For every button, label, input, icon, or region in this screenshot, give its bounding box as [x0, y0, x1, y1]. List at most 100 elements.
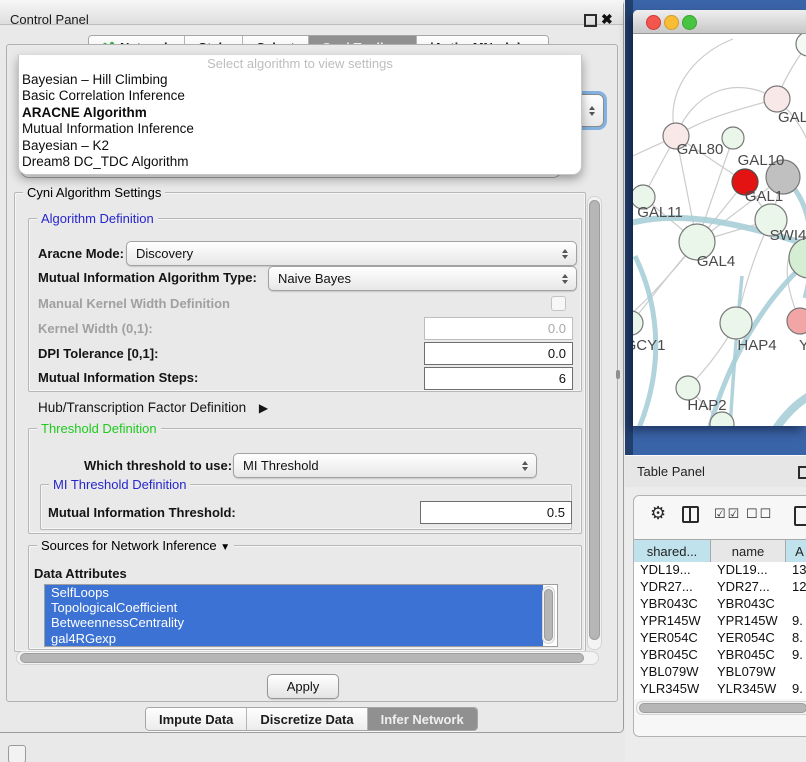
node-label: SWI4 [770, 227, 806, 244]
table-row[interactable]: YBR045CYBR045C9. [634, 647, 806, 664]
network-edge[interactable] [673, 39, 733, 136]
algorithm-definition-title: Algorithm Definition [37, 211, 158, 226]
zoom-traffic-light[interactable] [682, 15, 697, 30]
export-table-icon[interactable] [794, 506, 806, 526]
network-edge-highlighted[interactable] [775, 389, 806, 426]
table-row[interactable]: YDL19...YDL19...13 [634, 562, 806, 579]
network-node-swi4[interactable] [789, 238, 806, 278]
network-node-hap4[interactable] [720, 307, 752, 339]
panel-splitter-handle[interactable] [616, 370, 620, 379]
hub-definition-toggle[interactable]: Hub/Transcription Factor Definition ▶ [38, 400, 268, 415]
table-row[interactable]: YLR345WYLR345W9. [634, 681, 806, 698]
settings-gear-icon[interactable]: ⚙ [650, 503, 666, 524]
data-attributes-list[interactable]: SelfLoopsTopologicalCoefficientBetweenne… [44, 584, 558, 647]
table-cell: YBR045C [634, 647, 711, 664]
dropdown-item[interactable]: Mutual Information Inference [19, 121, 581, 137]
aracne-mode-combo[interactable]: Discovery [126, 241, 577, 266]
table-cell: YBL079W [634, 664, 711, 681]
mi-type-combo[interactable]: Naive Bayes [268, 266, 577, 291]
network-canvas[interactable]: GALGAL80GAL10GAL1GAL11GAL4SWI4GCY1HAP4YH… [633, 34, 806, 426]
dropdown-item[interactable]: Bayesian – K2 [19, 138, 581, 154]
dropdown-item[interactable]: Bayesian – Hill Climbing [19, 72, 581, 88]
table-cell: YLR345W [634, 681, 711, 698]
settings-hscrollbar[interactable] [16, 651, 599, 665]
network-view-window[interactable]: GALGAL80GAL10GAL1GAL11GAL4SWI4GCY1HAP4YH… [633, 10, 806, 426]
cyni-bottom-tabbar: Impute Data Discretize Data Infer Network [145, 707, 478, 731]
tab-label: Discretize Data [260, 712, 353, 727]
which-threshold-value: MI Threshold [243, 458, 319, 473]
control-panel-title: Control Panel [10, 12, 89, 27]
table-row[interactable]: YIL052CYIL052C9 [634, 698, 806, 699]
list-vscrollbar[interactable] [542, 586, 555, 644]
close-icon[interactable]: ✖ [601, 12, 613, 26]
deselect-all-checks-icon[interactable]: ☐☐ [746, 506, 773, 522]
network-node-y[interactable] [787, 308, 806, 334]
table-row[interactable]: YBR043CYBR043C [634, 596, 806, 613]
dock-mini-icon[interactable] [8, 745, 26, 762]
list-vscrollbar-thumb[interactable] [544, 589, 553, 641]
table-rows: YDL19...YDL19...13YDR27...YDR27...12YBR0… [634, 562, 806, 699]
table-cell: YER054C [634, 630, 711, 647]
table-panel-float-icon[interactable] [798, 466, 806, 479]
dropdown-item[interactable]: ARACNE Algorithm [19, 105, 581, 121]
node-label: Y [799, 337, 806, 354]
tab-infer-network[interactable]: Infer Network [367, 708, 477, 730]
dropdown-hint: Select algorithm to view settings [19, 55, 581, 72]
table-row[interactable]: YDR27...YDR27...12 [634, 579, 806, 596]
dropdown-items: Bayesian – Hill ClimbingBasic Correlatio… [19, 72, 581, 170]
list-item[interactable]: SelfLoops [45, 585, 543, 600]
table-cell: YDR27... [634, 579, 711, 596]
select-all-checks-icon[interactable]: ☑☑ [714, 506, 741, 522]
apply-button[interactable]: Apply [267, 674, 339, 699]
tab-impute-data[interactable]: Impute Data [146, 708, 246, 730]
table-hscrollbar[interactable] [636, 701, 806, 715]
dropdown-item[interactable]: Dream8 DC_TDC Algorithm [19, 154, 581, 170]
table-cell: 12 [786, 579, 806, 596]
mi-steps-field[interactable]: 6 [424, 367, 573, 390]
node-label: GCY1 [633, 337, 665, 354]
which-threshold-combo[interactable]: MI Threshold [233, 453, 537, 478]
column-header-2[interactable]: A [786, 540, 806, 562]
aracne-mode-value: Discovery [136, 246, 193, 261]
kernel-width-field[interactable]: 0.0 [424, 317, 573, 340]
table-cell: YIL052C [711, 698, 786, 699]
table-row[interactable]: YBL079WYBL079W [634, 664, 806, 681]
mi-threshold-label: Mutual Information Threshold: [48, 505, 236, 520]
settings-hscrollbar-thumb[interactable] [20, 653, 584, 663]
close-traffic-light[interactable] [646, 15, 661, 30]
dpi-tolerance-label: DPI Tolerance [0,1]: [38, 346, 158, 361]
node-label: GAL4 [697, 253, 735, 270]
settings-vscrollbar-thumb[interactable] [589, 200, 600, 640]
table-cell: 9. [786, 647, 806, 664]
manual-kernel-checkbox[interactable] [551, 296, 566, 311]
network-node[interactable] [796, 34, 806, 56]
table-hscrollbar-thumb[interactable] [639, 703, 806, 713]
table-row[interactable]: YPR145WYPR145W9. [634, 613, 806, 630]
list-item[interactable]: gal4RGexp [45, 631, 543, 646]
minimize-traffic-light[interactable] [664, 15, 679, 30]
network-node[interactable] [722, 127, 744, 149]
list-item[interactable]: TopologicalCoefficient [45, 600, 543, 615]
column-header-0[interactable]: shared... [634, 540, 711, 562]
node-label: HAP4 [737, 337, 776, 354]
dpi-tolerance-field[interactable]: 0.0 [424, 342, 573, 365]
table-cell: YDR27... [711, 579, 786, 596]
mi-threshold-field[interactable]: 0.5 [420, 501, 572, 524]
combo-arrows-icon [589, 106, 595, 116]
column-header-1[interactable]: name [711, 540, 786, 562]
tab-discretize-data[interactable]: Discretize Data [246, 708, 366, 730]
float-window-icon[interactable] [584, 14, 597, 27]
collapse-down-icon[interactable]: ▼ [220, 542, 230, 553]
settings-vscrollbar[interactable] [587, 196, 602, 650]
table-cell: 9. [786, 613, 806, 630]
network-window-titlebar [633, 10, 806, 34]
dropdown-item[interactable]: Basic Correlation Inference [19, 88, 581, 104]
network-node-gcy1[interactable] [633, 311, 643, 335]
table-row[interactable]: YER054CYER054C8. [634, 630, 806, 647]
table-cell: YPR145W [711, 613, 786, 630]
list-item[interactable]: BetweennessCentrality [45, 615, 543, 630]
threshold-definition-title: Threshold Definition [37, 421, 161, 436]
column-selector-icon[interactable] [682, 506, 699, 523]
table-panel: ⚙☑☑☐☐ shared...nameA YDL19...YDL19...13Y… [633, 495, 806, 737]
data-attributes-label: Data Attributes [34, 566, 127, 581]
